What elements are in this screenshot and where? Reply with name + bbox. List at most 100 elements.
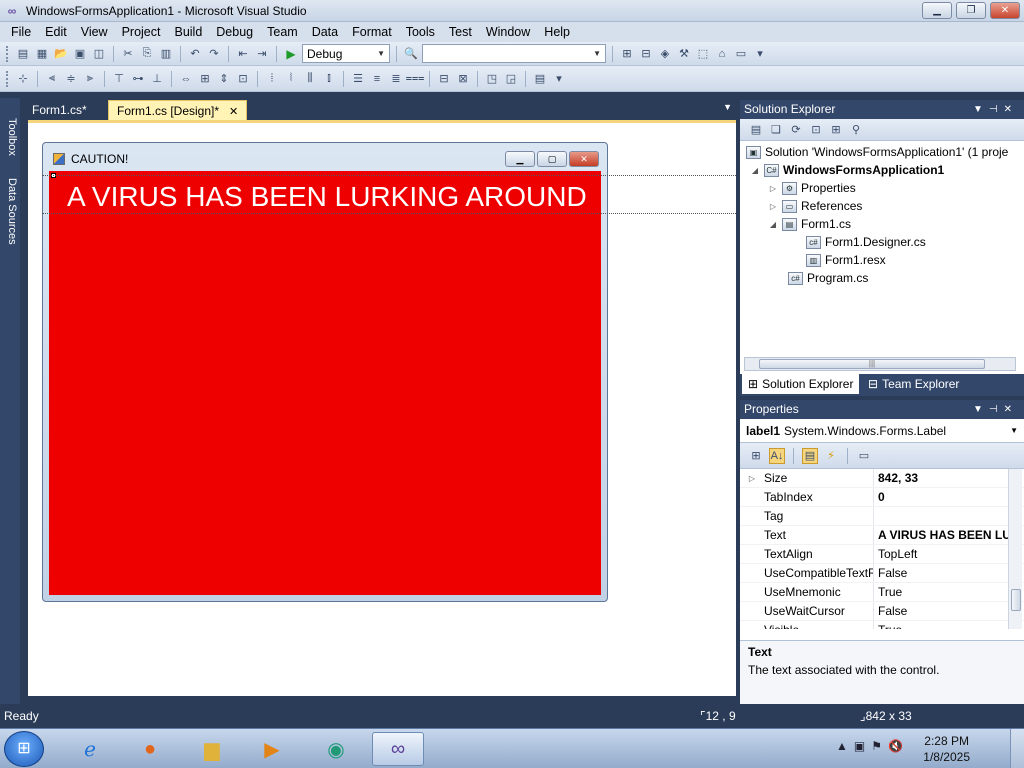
align-bottoms-icon[interactable]: ⊥ (149, 71, 165, 87)
vertical-spacing-decrease-icon[interactable]: ≣ (388, 71, 404, 87)
toolbar-grip[interactable] (6, 70, 9, 87)
navigate-backward-icon[interactable]: ⇤ (235, 46, 251, 62)
property-row-usewaitcursor[interactable]: UseWaitCursor False (740, 602, 1024, 621)
start-debugging-icon[interactable]: ▶ (283, 46, 299, 62)
center-vertically-icon[interactable]: ⊠ (455, 71, 471, 87)
panel-controls[interactable]: ▼⊣✕ (973, 100, 1018, 119)
property-value[interactable]: TopLeft (874, 545, 1024, 563)
undo-icon[interactable]: ↶ (187, 46, 203, 62)
collapse-arrow-icon[interactable]: ◢ (768, 220, 778, 229)
align-middles-icon[interactable]: ⊶ (130, 71, 146, 87)
property-value[interactable]: True (874, 583, 1024, 601)
properties-window-icon[interactable]: ⊟ (638, 46, 654, 62)
make-same-height-icon[interactable]: ⇕ (216, 71, 232, 87)
media-player-icon[interactable]: ▶ (246, 732, 298, 766)
clock[interactable]: 2:28 PM 1/8/2025 (923, 733, 970, 765)
send-to-back-icon[interactable]: ◲ (503, 71, 519, 87)
expand-arrow-icon[interactable]: ▷ (768, 202, 778, 211)
horizontal-spacing-decrease-icon[interactable]: ⫼ (302, 71, 318, 87)
new-project-icon[interactable]: ▤ (15, 46, 31, 62)
vertical-spacing-remove-icon[interactable]: ⩶ (406, 71, 425, 87)
property-value[interactable]: False (874, 602, 1024, 620)
scroll-thumb[interactable] (1011, 589, 1021, 611)
form-client-area[interactable]: A VIRUS HAS BEEN LURKING AROUND (49, 171, 601, 595)
view-designer-icon[interactable]: ⊞ (828, 122, 844, 138)
tree-node-references[interactable]: ▷ ▭ References (768, 199, 862, 213)
horizontal-spacing-equal-icon[interactable]: ⦙ (264, 71, 280, 87)
find-in-files-icon[interactable]: 🔍 (403, 46, 419, 62)
property-row-text[interactable]: Text A VIRUS HAS BEEN LU (740, 526, 1024, 545)
tree-node-form1-designer[interactable]: c# Form1.Designer.cs (806, 235, 926, 249)
start-page-icon[interactable]: ⌂ (714, 46, 730, 62)
close-tab-icon[interactable]: ✕ (229, 106, 238, 118)
menu-team[interactable]: Team (260, 22, 305, 42)
cut-icon[interactable]: ✂ (120, 46, 136, 62)
view-class-diagram-icon[interactable]: ⚲ (848, 122, 864, 138)
navigate-forward-icon[interactable]: ⇥ (254, 46, 270, 62)
property-value[interactable] (874, 507, 1024, 525)
minimize-button[interactable]: ▁ (922, 2, 952, 19)
copy-icon[interactable]: ⎘ (139, 46, 155, 62)
menu-data[interactable]: Data (305, 22, 345, 42)
property-row-tabindex[interactable]: TabIndex 0 (740, 488, 1024, 507)
expand-arrow-icon[interactable]: ▷ (768, 184, 778, 193)
property-row-usemnemonic[interactable]: UseMnemonic True (740, 583, 1024, 602)
tree-node-form1-resx[interactable]: ▥ Form1.resx (806, 253, 886, 267)
make-same-width-icon[interactable]: ⇔ (178, 71, 194, 87)
open-file-icon[interactable]: 📂 (53, 46, 69, 62)
menu-view[interactable]: View (74, 22, 115, 42)
horizontal-spacing-remove-icon[interactable]: ⫾ (321, 71, 337, 87)
data-sources-tab[interactable]: Data Sources (2, 178, 18, 245)
show-all-files-icon[interactable]: ❏ (768, 122, 784, 138)
internet-explorer-icon[interactable]: ℯ (64, 732, 116, 766)
object-selector-dropdown[interactable]: label1 System.Windows.Forms.Label ▼ (740, 419, 1024, 443)
paste-icon[interactable]: ▥ (158, 46, 174, 62)
label1[interactable]: A VIRUS HAS BEEN LURKING AROUND (67, 181, 587, 213)
show-hidden-icons-icon[interactable]: ▲ (836, 739, 848, 753)
property-value[interactable]: True (874, 621, 1024, 629)
toolbox-tab[interactable]: Toolbox (2, 118, 18, 156)
menu-tools[interactable]: Tools (399, 22, 442, 42)
make-same-size-icon[interactable]: ⊡ (235, 71, 251, 87)
align-lefts-icon[interactable]: ⫷ (44, 71, 60, 87)
property-row-size[interactable]: ▷ Size 842, 33 (740, 469, 1024, 488)
vertical-spacing-increase-icon[interactable]: ≡ (369, 71, 385, 87)
extension-manager-icon[interactable]: ⬚ (695, 46, 711, 62)
properties-view-icon[interactable]: ▤ (802, 447, 818, 464)
categorized-icon[interactable]: ⊞ (748, 448, 764, 464)
solution-explorer-hscrollbar[interactable]: ||| (744, 357, 1016, 371)
align-rights-icon[interactable]: ⫸ (82, 71, 98, 87)
property-value[interactable]: A VIRUS HAS BEEN LU (874, 526, 1024, 544)
collapse-arrow-icon[interactable]: ◢ (750, 166, 760, 175)
menu-window[interactable]: Window (479, 22, 537, 42)
align-to-grid-icon[interactable]: ⊹ (15, 71, 31, 87)
form-designer-surface[interactable]: CAUTION! ▁ ▢ ✕ A VIRUS HAS BEEN LURKING … (28, 120, 736, 696)
tab-solution-explorer[interactable]: ⊞ Solution Explorer (742, 374, 860, 394)
tree-node-form1[interactable]: ◢ ▤ Form1.cs (768, 217, 851, 231)
bring-to-front-icon[interactable]: ◳ (484, 71, 500, 87)
menu-build[interactable]: Build (167, 22, 209, 42)
menu-help[interactable]: Help (537, 22, 577, 42)
tree-node-project[interactable]: ◢ C# WindowsFormsApplication1 (750, 163, 944, 177)
menu-format[interactable]: Format (345, 22, 399, 42)
toolbar-options-icon[interactable]: ▾ (752, 46, 768, 62)
property-row-tag[interactable]: Tag (740, 507, 1024, 526)
property-row-visible[interactable]: Visible True (740, 621, 1024, 629)
designed-form-window[interactable]: CAUTION! ▁ ▢ ✕ A VIRUS HAS BEEN LURKING … (42, 142, 608, 602)
save-icon[interactable]: ▣ (72, 46, 88, 62)
solution-explorer-icon[interactable]: ⊞ (619, 46, 635, 62)
tree-node-solution[interactable]: ▣ Solution 'WindowsFormsApplication1' (1… (746, 145, 1008, 159)
horizontal-spacing-increase-icon[interactable]: ⦚ (283, 71, 299, 87)
property-value[interactable]: False (874, 564, 1024, 582)
property-value[interactable]: 842, 33 (874, 469, 1024, 487)
property-pages-icon[interactable]: ▭ (856, 448, 872, 464)
events-lightning-icon[interactable]: ⚡ (823, 448, 839, 464)
tab-form1-design[interactable]: Form1.cs [Design]* ✕ (108, 100, 248, 120)
menu-project[interactable]: Project (115, 22, 168, 42)
save-all-icon[interactable]: ◫ (91, 46, 107, 62)
menu-edit[interactable]: Edit (38, 22, 74, 42)
size-to-grid-icon[interactable]: ⊞ (197, 71, 213, 87)
tab-order-icon[interactable]: ▤ (532, 71, 548, 87)
action-center-flag-icon[interactable]: ⚑ (871, 739, 882, 753)
properties-icon[interactable]: ▤ (748, 122, 764, 138)
